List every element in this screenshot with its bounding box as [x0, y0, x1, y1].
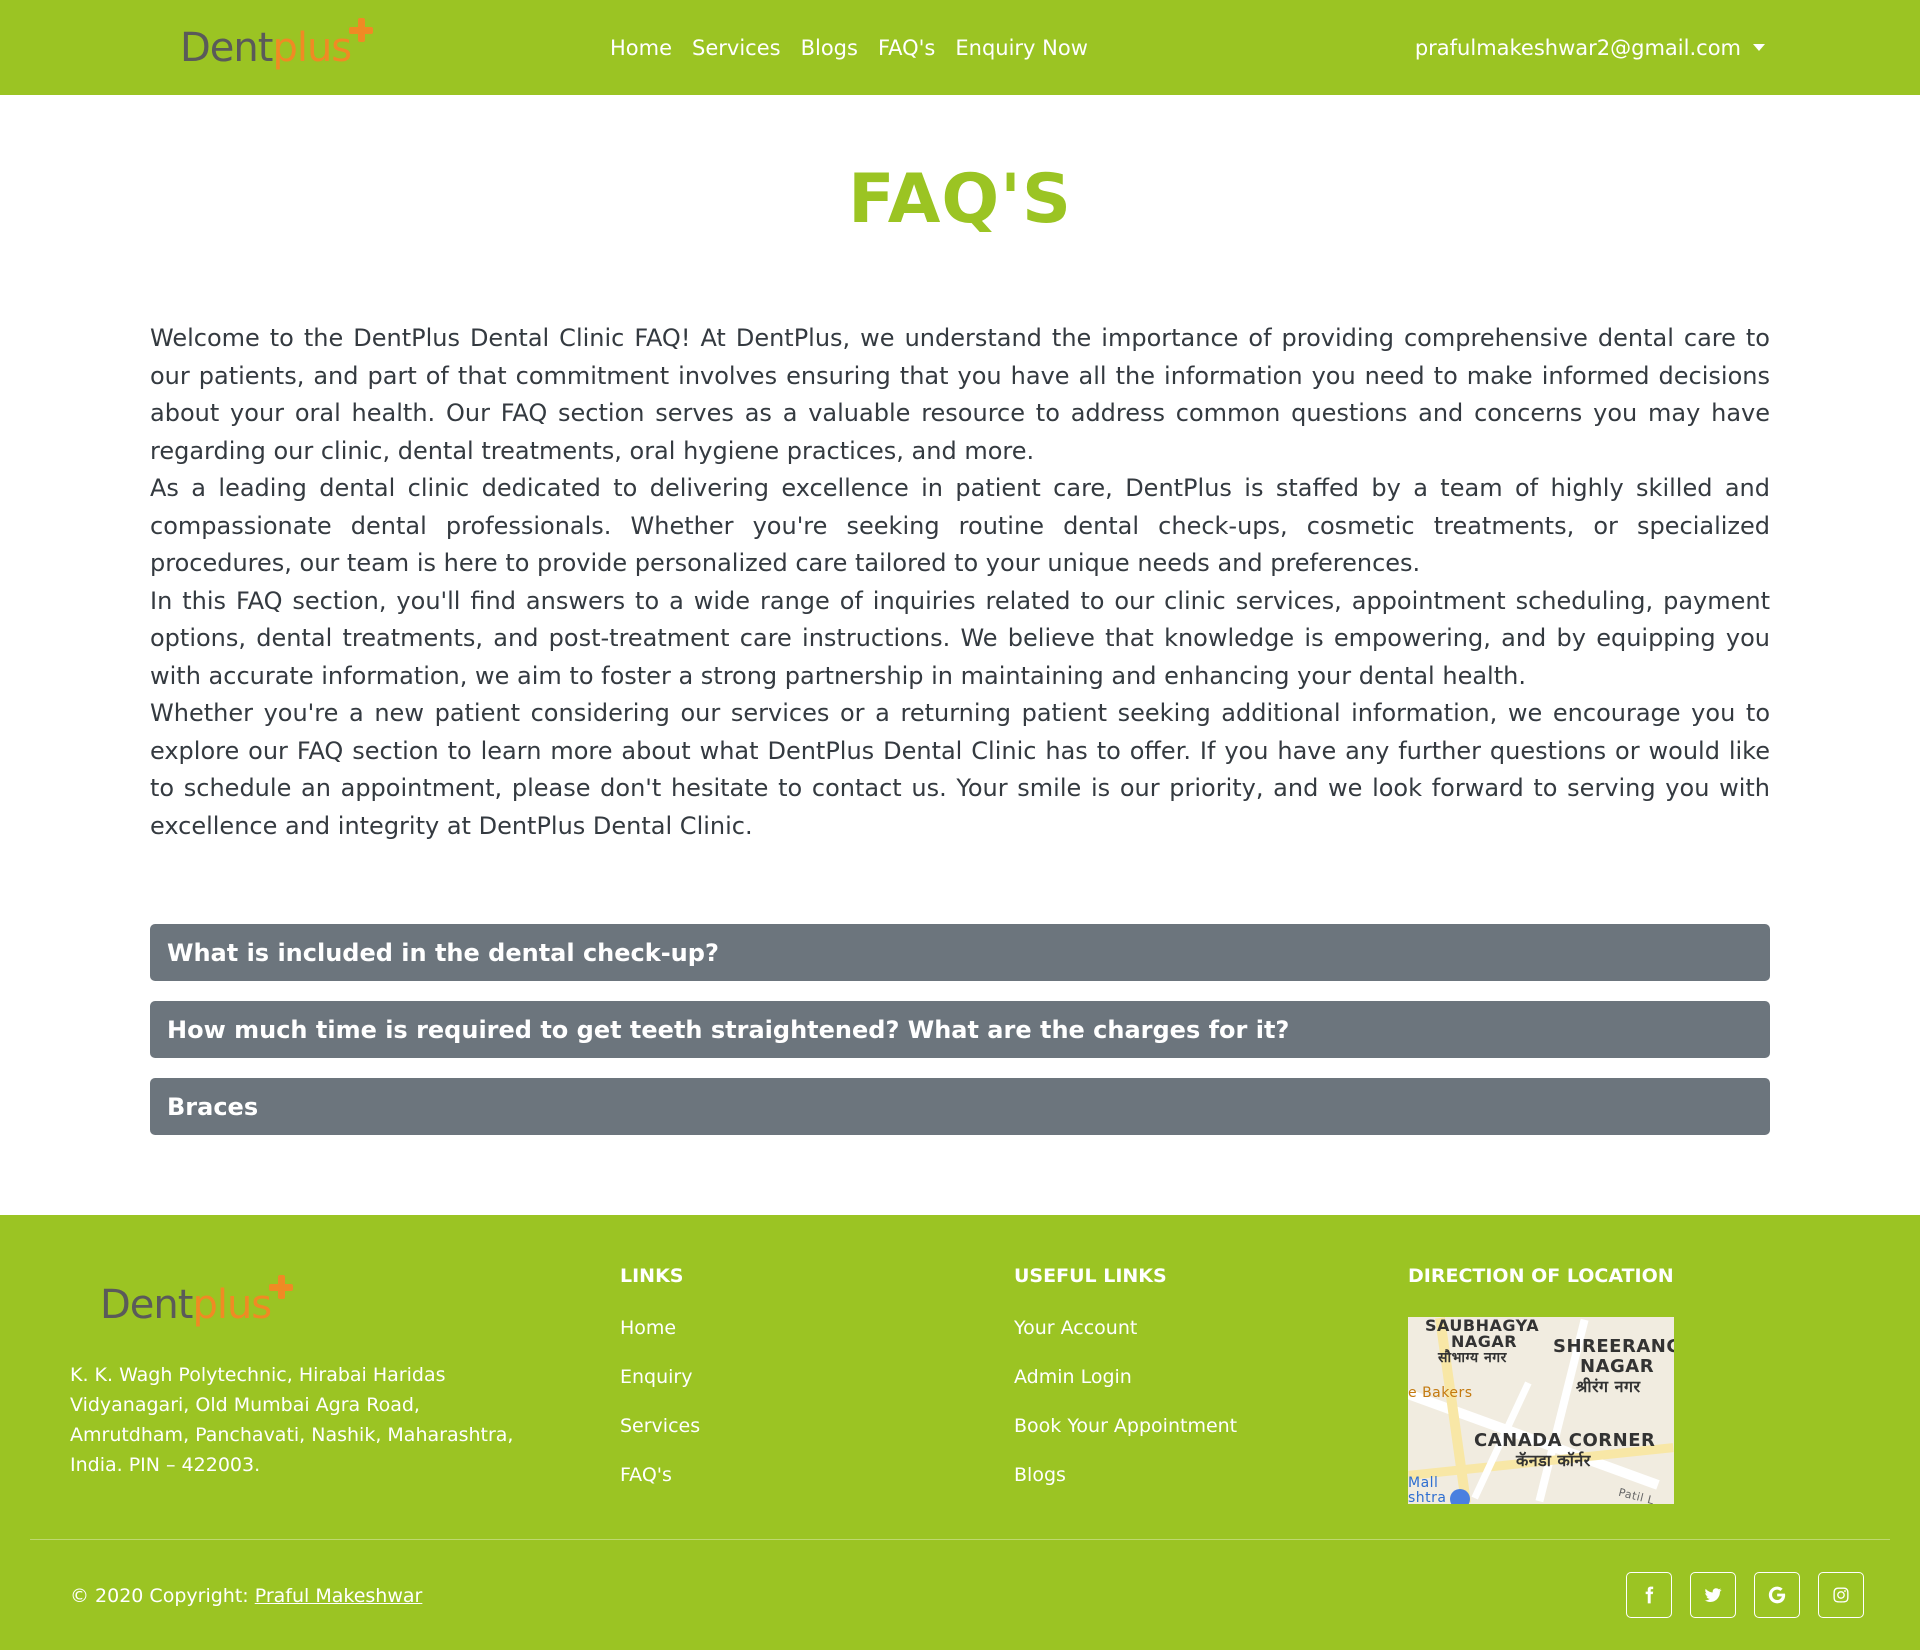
- google-icon: [1768, 1586, 1786, 1604]
- caret-down-icon: [1753, 44, 1765, 51]
- brand-logo-plus: plus: [272, 25, 352, 71]
- footer-links-heading: LINKS: [620, 1265, 684, 1287]
- location-map[interactable]: SAUBHAGYA NAGAR सौभाग्य नगर SHREERANG NA…: [1408, 1317, 1674, 1504]
- map-label: श्रीरंग नगर: [1576, 1377, 1641, 1396]
- user-menu-dropdown[interactable]: prafulmakeshwar2@gmail.com: [1415, 0, 1765, 95]
- page-title: FAQ'S: [848, 160, 1072, 239]
- brand-logo-dent: Dent: [180, 25, 273, 71]
- faq-item-teeth-straightening[interactable]: How much time is required to get teeth s…: [150, 1001, 1770, 1058]
- map-label: e Bakers: [1408, 1385, 1473, 1401]
- instagram-icon: [1833, 1587, 1849, 1603]
- facebook-icon: [1645, 1586, 1654, 1604]
- nav-services[interactable]: Services: [692, 36, 781, 60]
- footer-logo-dent: Dent: [100, 1282, 193, 1328]
- nav-blogs[interactable]: Blogs: [801, 36, 858, 60]
- footer-link-book-appointment[interactable]: Book Your Appointment: [1014, 1415, 1237, 1437]
- footer-link-services[interactable]: Services: [620, 1415, 700, 1437]
- plus-cross-icon: [349, 18, 374, 42]
- twitter-icon: [1704, 1588, 1722, 1602]
- facebook-button[interactable]: [1626, 1572, 1672, 1618]
- footer-link-blogs[interactable]: Blogs: [1014, 1464, 1237, 1486]
- map-label: Mall: [1408, 1475, 1439, 1491]
- plus-cross-icon: [269, 1275, 294, 1299]
- footer-links-column: LINKS Home Enquiry Services FAQ's: [620, 1265, 700, 1513]
- intro-paragraph: Whether you're a new patient considering…: [150, 699, 1770, 840]
- footer-direction-column: DIRECTION OF LOCATION SAUBHAGYA NAGAR सौ…: [1408, 1265, 1674, 1504]
- map-pin-icon: [1450, 1489, 1470, 1504]
- footer-link-faqs[interactable]: FAQ's: [620, 1464, 700, 1486]
- faq-intro: Welcome to the DentPlus Dental Clinic FA…: [150, 320, 1770, 845]
- brand-logo[interactable]: Dent plus: [180, 18, 374, 78]
- user-email: prafulmakeshwar2@gmail.com: [1414, 35, 1741, 60]
- footer: Dent plus K. K. Wagh Polytechnic, Hirabai…: [0, 1215, 1920, 1650]
- nav-faqs[interactable]: FAQ's: [878, 36, 935, 60]
- twitter-button[interactable]: [1690, 1572, 1736, 1618]
- copyright: © 2020 Copyright: Praful Makeshwar: [70, 1585, 422, 1607]
- map-label: SHREERANG: [1553, 1336, 1674, 1357]
- nav-home[interactable]: Home: [610, 36, 672, 60]
- footer-address: K. K. Wagh Polytechnic, Hirabai Haridas …: [70, 1364, 514, 1476]
- social-links: [1608, 1572, 1864, 1618]
- footer-useful-links-column: USEFUL LINKS Your Account Admin Login Bo…: [1014, 1265, 1237, 1513]
- navbar: Dent plus Home Services Blogs FAQ's Enqui…: [0, 0, 1920, 95]
- map-label: NAGAR: [1451, 1332, 1518, 1351]
- footer-divider: [30, 1539, 1890, 1540]
- nav-enquiry[interactable]: Enquiry Now: [955, 36, 1088, 60]
- map-label: NAGAR: [1580, 1356, 1655, 1377]
- footer-logo-plus: plus: [192, 1282, 272, 1328]
- google-button[interactable]: [1754, 1572, 1800, 1618]
- intro-paragraph: Welcome to the DentPlus Dental Clinic FA…: [150, 324, 1770, 465]
- map-label: कॅनडा कॉर्नर: [1516, 1451, 1591, 1470]
- faq-item-braces[interactable]: Braces: [150, 1078, 1770, 1135]
- footer-logo[interactable]: Dent plus: [100, 1275, 294, 1335]
- intro-paragraph: As a leading dental clinic dedicated to …: [150, 474, 1770, 577]
- instagram-button[interactable]: [1818, 1572, 1864, 1618]
- footer-link-your-account[interactable]: Your Account: [1014, 1317, 1237, 1339]
- intro-paragraph: In this FAQ section, you'll find answers…: [150, 586, 1770, 690]
- footer-link-admin-login[interactable]: Admin Login: [1014, 1366, 1237, 1388]
- faq-accordion: What is included in the dental check-up?…: [150, 924, 1770, 1155]
- map-label: CANADA CORNER: [1474, 1430, 1656, 1451]
- footer-useful-heading: USEFUL LINKS: [1014, 1265, 1167, 1287]
- footer-link-home[interactable]: Home: [620, 1317, 700, 1339]
- map-label: सौभाग्य नगर: [1438, 1350, 1507, 1366]
- faq-item-dental-checkup[interactable]: What is included in the dental check-up?: [150, 924, 1770, 981]
- copyright-author-link[interactable]: Praful Makeshwar: [255, 1585, 423, 1607]
- copyright-prefix: © 2020 Copyright:: [70, 1585, 255, 1607]
- footer-link-enquiry[interactable]: Enquiry: [620, 1366, 700, 1388]
- nav-links: Home Services Blogs FAQ's Enquiry Now: [610, 0, 1108, 95]
- map-label: shtra: [1408, 1490, 1447, 1504]
- footer-direction-heading: DIRECTION OF LOCATION: [1408, 1265, 1674, 1287]
